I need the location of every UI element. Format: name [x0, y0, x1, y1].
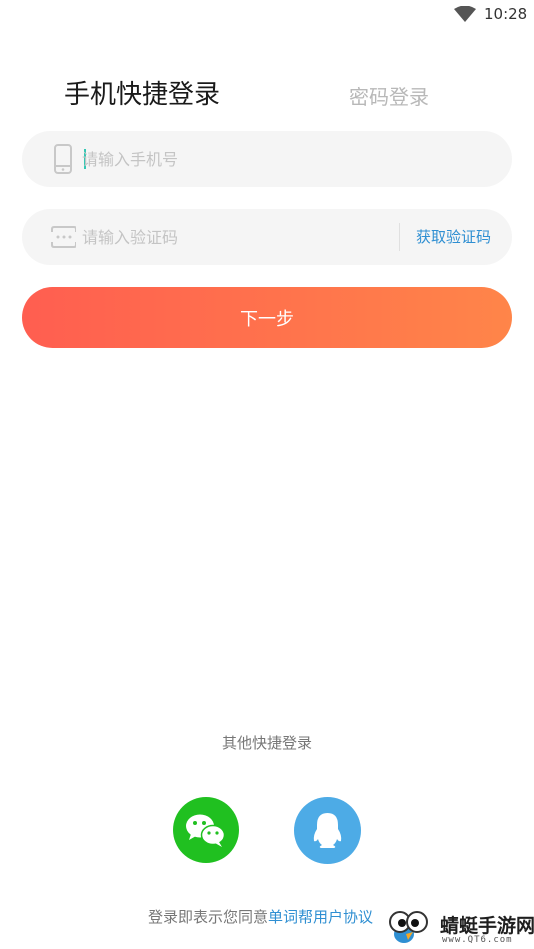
wechat-icon — [186, 814, 226, 847]
status-bar: 10:28 — [0, 0, 534, 30]
tab-quick-login[interactable]: 手机快捷登录 — [64, 74, 220, 111]
next-button[interactable]: 下一步 — [22, 287, 512, 348]
watermark-text: 蜻蜓手游网 — [440, 915, 534, 937]
watermark: 蜻蜓手游网 www.QT6.com — [386, 908, 534, 948]
user-agreement-link[interactable]: 单词帮用户协议 — [268, 908, 373, 926]
tab-password-login[interactable]: 密码登录 — [349, 81, 429, 110]
agreement-prefix: 登录即表示您同意 — [148, 908, 269, 926]
phone-icon — [54, 144, 72, 174]
dragonfly-mascot-icon — [389, 911, 428, 943]
phone-input[interactable] — [82, 131, 382, 187]
code-input[interactable] — [82, 209, 382, 265]
qq-icon — [313, 813, 342, 848]
get-code-button[interactable]: 获取验证码 — [416, 209, 491, 265]
qq-login-button[interactable] — [294, 797, 361, 864]
code-field[interactable]: 获取验证码 — [22, 209, 512, 265]
other-login-title: 其他快捷登录 — [221, 734, 312, 752]
status-time: 10:28 — [484, 5, 528, 23]
wechat-login-button[interactable] — [173, 797, 239, 863]
phone-field[interactable] — [22, 131, 512, 187]
field-divider — [399, 223, 400, 251]
agreement-text: 登录即表示您同意单词帮用户协议 — [148, 906, 373, 927]
keyboard-icon — [51, 226, 76, 248]
watermark-url: www.QT6.com — [442, 935, 513, 945]
wifi-icon — [454, 6, 476, 22]
